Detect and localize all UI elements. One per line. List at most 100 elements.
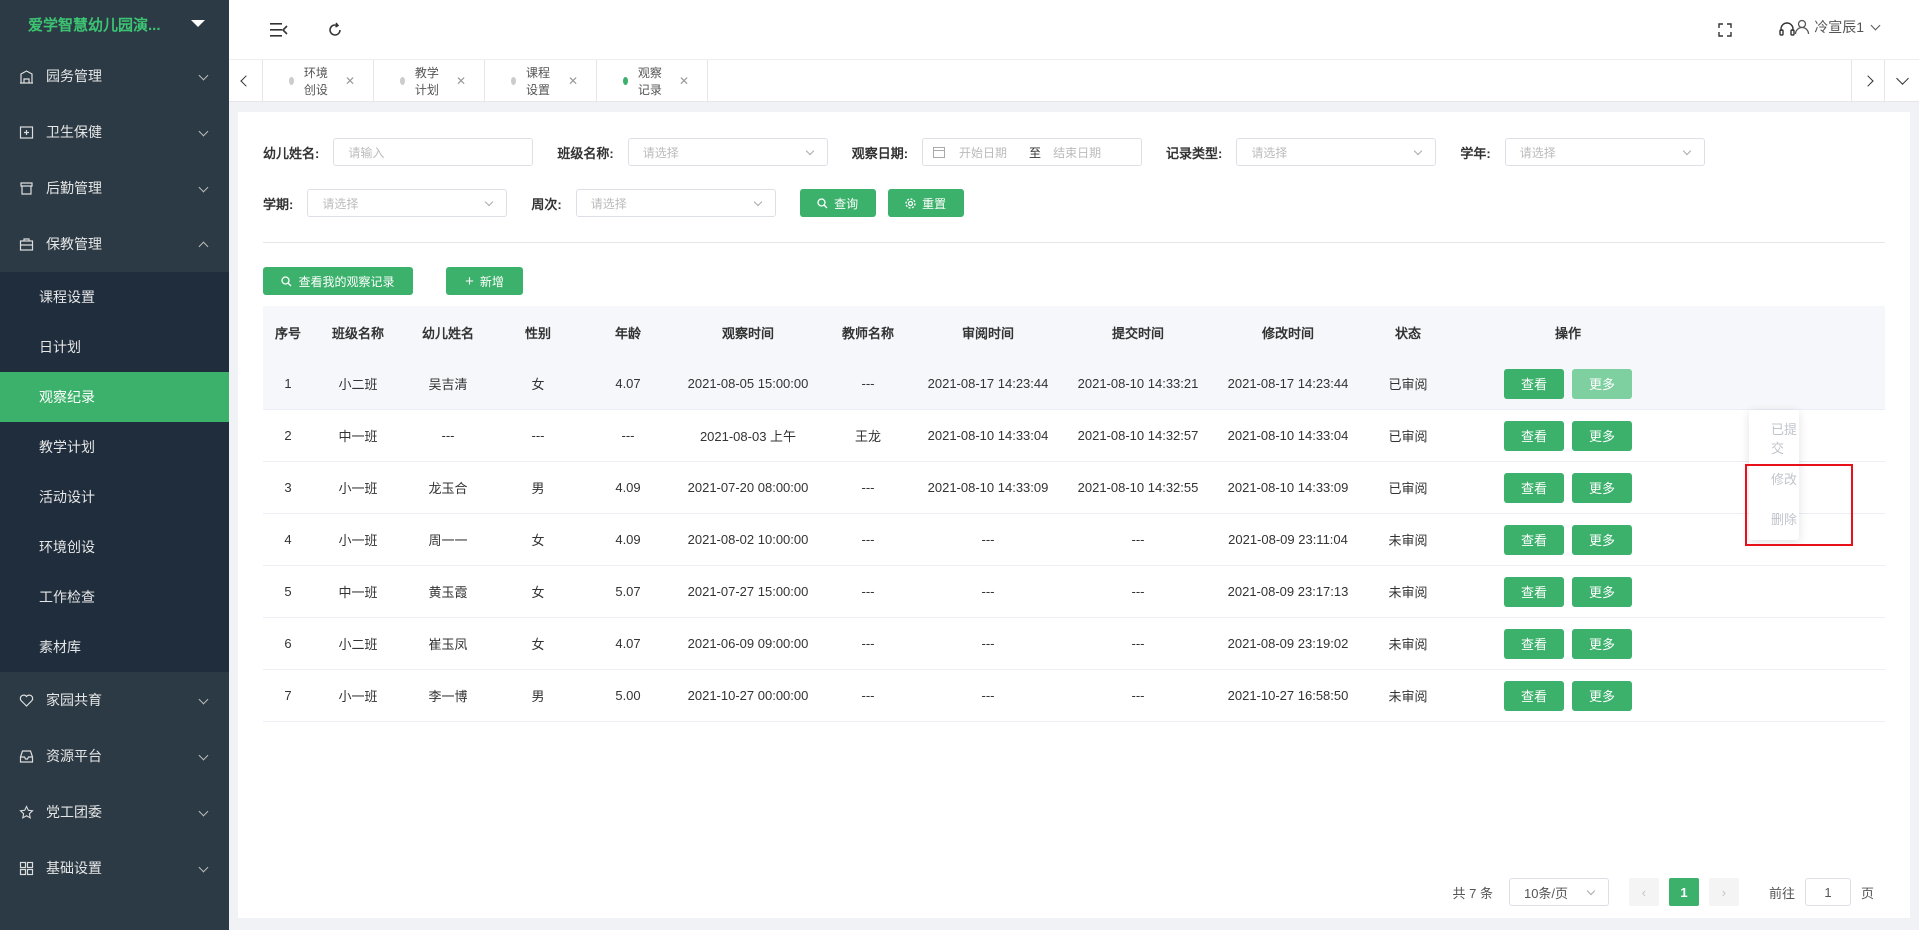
sidebar-item[interactable]: 家园共育	[0, 672, 229, 728]
sidebar-subitem[interactable]: 日计划	[0, 322, 229, 372]
view-button[interactable]: 查看	[1504, 628, 1564, 659]
term-select[interactable]: 请选择	[307, 189, 508, 217]
table-cell: ---	[861, 480, 875, 495]
dropdown-submitted[interactable]: 已提交	[1749, 418, 1799, 458]
sidebar-item[interactable]: 卫生保健	[0, 104, 229, 160]
table-cell: 小二班	[338, 637, 378, 652]
chevron-left-icon	[239, 75, 252, 87]
page-size-select[interactable]: 10条/页	[1508, 878, 1609, 906]
date-label: 观察日期:	[851, 145, 909, 161]
sidebar-item[interactable]: 保教管理	[0, 216, 229, 272]
table-cell: 2021-07-20 08:00:00	[687, 480, 809, 495]
tab-scroll-left[interactable]	[229, 60, 263, 102]
class-label: 班级名称:	[557, 145, 614, 161]
tab-item[interactable]: 环境创设 ✕	[263, 60, 374, 102]
close-icon[interactable]: ✕	[679, 74, 689, 88]
refresh-icon[interactable]	[325, 20, 345, 40]
table-cell: 已审阅	[1388, 429, 1428, 444]
more-button[interactable]: 更多	[1572, 524, 1632, 555]
view-button[interactable]: 查看	[1504, 420, 1564, 451]
sidebar-item-label: 卫生保健	[46, 124, 102, 140]
sidebar-subitem[interactable]: 素材库	[0, 622, 229, 672]
chevron-down-icon	[198, 70, 209, 81]
query-button[interactable]: 查询	[799, 189, 876, 217]
more-button[interactable]: 更多	[1572, 420, 1632, 451]
sidebar-item-label: 党工团委	[46, 804, 102, 820]
table-cell: 2021-08-10 14:33:09	[1227, 480, 1349, 495]
chevron-down-icon	[198, 806, 209, 817]
view-button[interactable]: 查看	[1504, 472, 1564, 503]
fullscreen-icon[interactable]	[1715, 20, 1735, 40]
sidebar-subitem[interactable]: 教学计划	[0, 422, 229, 472]
column-header: 教师名称	[841, 325, 894, 341]
table-cell: ---	[861, 584, 875, 599]
table-cell: 5.00	[615, 688, 641, 703]
child-name-input[interactable]: 请输入	[333, 138, 534, 166]
table-row: 3 小一班 龙玉合 男 4.09 2021-07-20 08:00:00 --- 2021-0…	[263, 462, 1885, 514]
table-cell: ---	[1131, 532, 1145, 547]
more-button[interactable]: 更多	[1572, 628, 1632, 659]
page-1-button[interactable]: 1	[1668, 878, 1699, 906]
sidebar-subitem[interactable]: 工作检查	[0, 572, 229, 622]
more-button[interactable]: 更多	[1572, 368, 1632, 399]
tab-label: 环境创设	[303, 66, 328, 97]
table-cell: 男	[531, 481, 545, 496]
sidebar-item[interactable]: 后勤管理	[0, 160, 229, 216]
term-label: 学期:	[263, 196, 294, 212]
close-icon[interactable]: ✕	[345, 74, 355, 88]
tab-item[interactable]: 教学计划 ✕	[374, 60, 485, 102]
caret-down-icon[interactable]	[191, 20, 205, 27]
sidebar-subitem[interactable]: 课程设置	[0, 272, 229, 322]
type-select[interactable]: 请选择	[1236, 138, 1437, 166]
table-cell: 未审阅	[1388, 689, 1428, 704]
goto-page-input[interactable]: 1	[1804, 878, 1851, 906]
table-cell: 2021-08-10 14:33:21	[1077, 376, 1199, 391]
view-button[interactable]: 查看	[1504, 368, 1564, 399]
sidebar-item[interactable]: 基础设置	[0, 840, 229, 896]
year-select[interactable]: 请选择	[1504, 138, 1705, 166]
sidebar-item[interactable]: 园务管理	[0, 48, 229, 104]
view-button[interactable]: 查看	[1504, 576, 1564, 607]
week-select[interactable]: 请选择	[575, 189, 776, 217]
tab-item[interactable]: 课程设置 ✕	[485, 60, 597, 102]
sidebar-subitem[interactable]: 活动设计	[0, 472, 229, 522]
sidebar-item-label: 资源平台	[46, 748, 102, 764]
table-cell: 王龙	[854, 429, 881, 444]
search-icon	[281, 275, 292, 286]
date-separator: 至	[1029, 145, 1042, 160]
star-icon	[18, 804, 34, 820]
sidebar-item-label: 后勤管理	[46, 180, 102, 196]
tab-item[interactable]: 观察记录 ✕	[597, 60, 708, 102]
add-button[interactable]: + 新增	[446, 267, 523, 295]
view-button[interactable]: 查看	[1504, 524, 1564, 555]
records-table: 序号 班级名称 幼儿姓名 性别 年龄 观察时间 教师名称 审阅时间 提交时间 修改时间 状态 操作 1…	[263, 306, 1885, 722]
my-records-button[interactable]: 查看我的观察记录	[263, 267, 413, 295]
goto-prefix: 前往	[1768, 885, 1795, 901]
close-icon[interactable]: ✕	[456, 74, 466, 88]
more-button[interactable]: 更多	[1572, 472, 1632, 503]
class-select[interactable]: 请选择	[627, 138, 828, 166]
more-button[interactable]: 更多	[1572, 680, 1632, 711]
sidebar-subitem[interactable]: 观察纪录	[0, 372, 229, 422]
user-menu[interactable]: 冷宣辰1	[1794, 17, 1881, 37]
next-page-button[interactable]: ›	[1708, 878, 1739, 906]
sidebar-subitem[interactable]: 环境创设	[0, 522, 229, 572]
table-cell: 2021-08-02 10:00:00	[687, 532, 809, 547]
tab-scroll-right[interactable]	[1851, 60, 1885, 102]
sidebar-item[interactable]: 资源平台	[0, 728, 229, 784]
date-range-picker[interactable]: 开始日期 至 结束日期	[922, 138, 1143, 166]
sidebar-item-label: 家园共育	[46, 692, 102, 708]
child-name-label: 幼儿姓名:	[263, 145, 320, 161]
tab-menu-toggle[interactable]	[1885, 60, 1919, 102]
grid-icon	[18, 860, 34, 876]
sidebar-item[interactable]: 党工团委	[0, 784, 229, 840]
chevron-down-icon	[1414, 146, 1423, 156]
close-icon[interactable]: ✕	[568, 74, 578, 88]
prev-page-button[interactable]: ‹	[1628, 878, 1659, 906]
app-title[interactable]: 爱学智慧幼儿园演...	[0, 0, 229, 48]
view-button[interactable]: 查看	[1504, 680, 1564, 711]
chevron-down-icon	[198, 694, 209, 705]
menu-fold-icon[interactable]	[269, 20, 289, 40]
more-button[interactable]: 更多	[1572, 576, 1632, 607]
reset-button[interactable]: 重置	[887, 189, 964, 217]
